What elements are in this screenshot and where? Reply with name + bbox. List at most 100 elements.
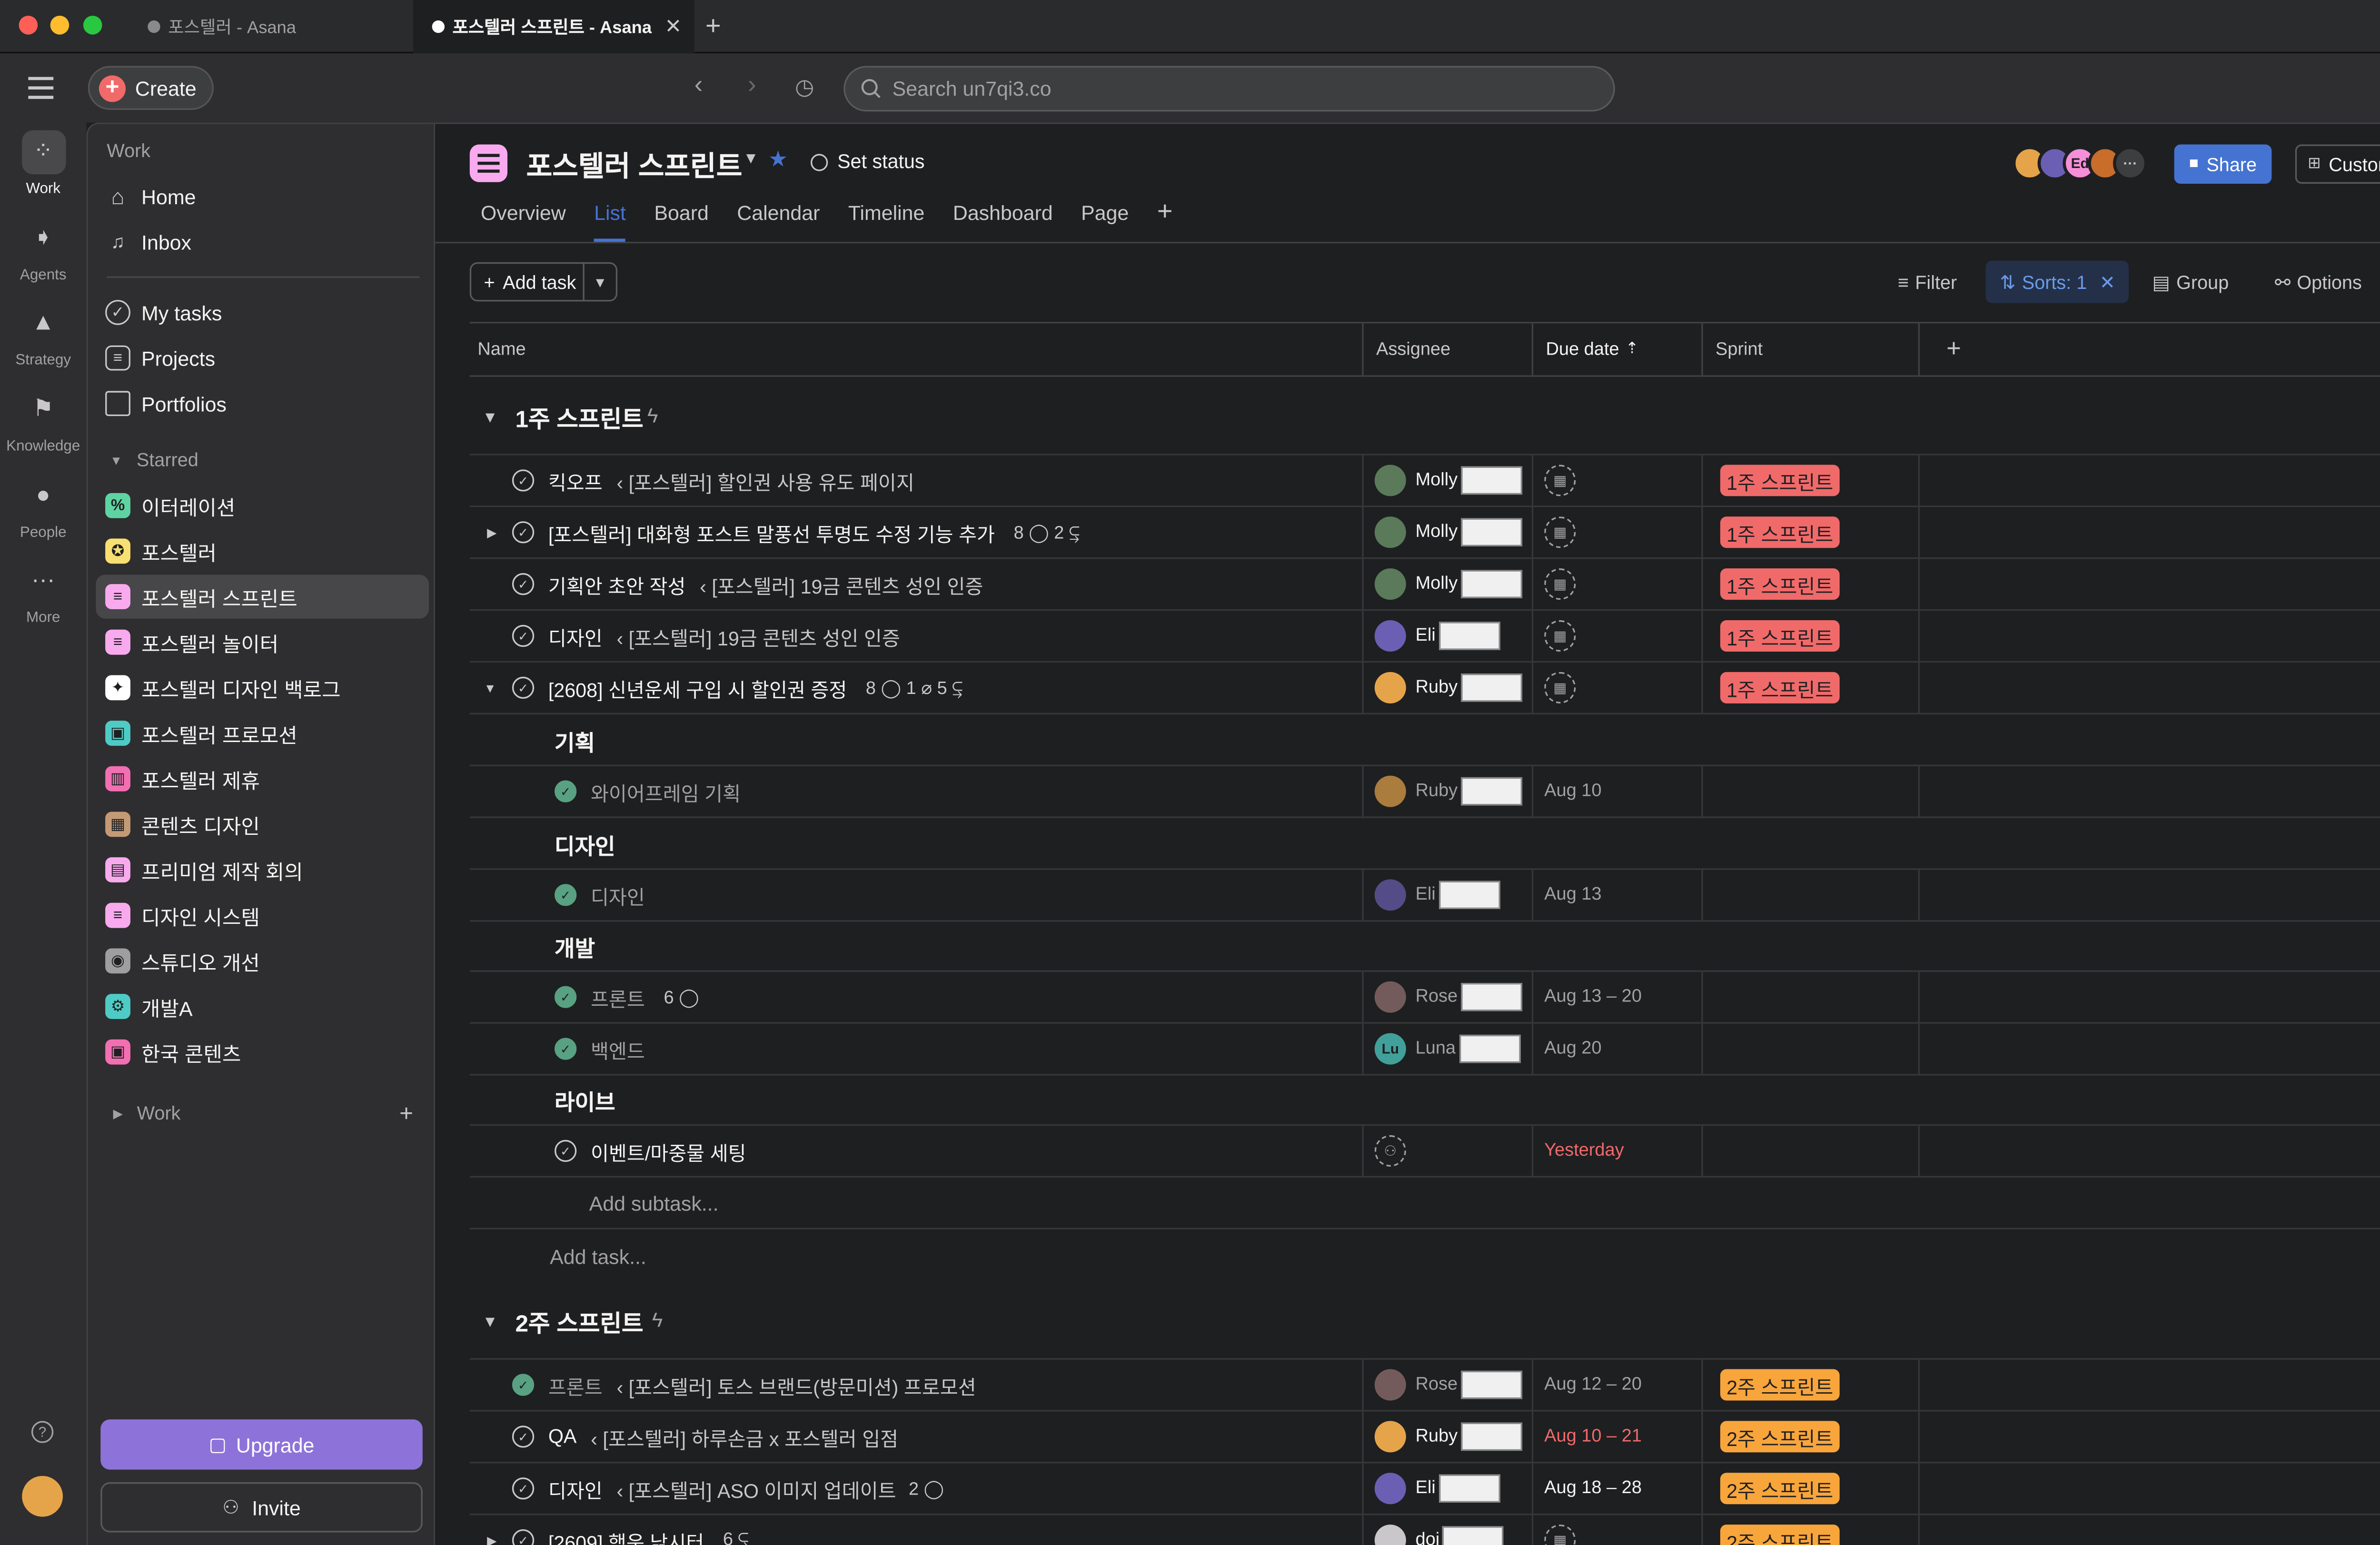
- assignee-cell[interactable]: Eli: [1374, 1463, 1500, 1514]
- sidebar-item-my-tasks[interactable]: ✓ My tasks: [96, 290, 429, 334]
- tab-dashboard[interactable]: Dashboard: [953, 201, 1053, 242]
- task-name[interactable]: 백엔드: [591, 1034, 645, 1064]
- sprint-cell[interactable]: 1주 스프린트: [1720, 507, 1840, 558]
- subtask-section-title[interactable]: 기획: [555, 727, 595, 758]
- browser-tab-1[interactable]: 포스텔러 - Asana: [129, 0, 412, 53]
- column-name[interactable]: Name: [470, 323, 1364, 376]
- work-group-toggle[interactable]: ▶ Work +: [96, 1094, 429, 1132]
- task-name[interactable]: 프론트: [591, 982, 645, 1012]
- parent-task[interactable]: ‹ [포스텔러] 토스 브랜드(방문미션) 프로모션: [616, 1370, 976, 1400]
- column-assignee[interactable]: Assignee: [1364, 323, 1534, 376]
- due-date-cell[interactable]: Yesterday: [1544, 1126, 1624, 1176]
- parent-task[interactable]: ‹ [포스텔러] 19금 콘텐츠 성인 인증: [700, 569, 983, 599]
- due-date-cell[interactable]: Aug 12 – 20: [1544, 1360, 1642, 1410]
- tab-page[interactable]: Page: [1081, 201, 1129, 242]
- history-icon[interactable]: ◷: [795, 74, 814, 100]
- section-title[interactable]: 1주 스프린트: [516, 402, 644, 435]
- sidebar-project-4[interactable]: ✦ 포스텔러 디자인 백로그: [96, 666, 429, 710]
- sprint-cell[interactable]: 2주 스프린트: [1720, 1412, 1840, 1462]
- add-tab-icon[interactable]: +: [1157, 196, 1173, 242]
- complete-checkbox[interactable]: ✓: [512, 1529, 535, 1545]
- rail-item-work[interactable]: ⁘ Work: [0, 130, 87, 198]
- table-row[interactable]: ✓ QA ‹ [포스텔러] 하루손금 x 포스텔러 입점 Ruby Aug 10…: [469, 1411, 2380, 1464]
- sidebar-item-home[interactable]: ⌂ Home: [96, 174, 429, 218]
- sidebar-project-11[interactable]: ⚙ 개발A: [96, 984, 429, 1028]
- subtask-section-header[interactable]: 디자인: [469, 818, 2380, 870]
- add-subtask-row[interactable]: Add subtask...: [469, 1178, 2380, 1229]
- due-date-cell[interactable]: Aug 18 – 28: [1544, 1463, 1642, 1514]
- maximize-window-button[interactable]: [83, 15, 102, 35]
- project-title[interactable]: 포스텔러 스프린트: [526, 144, 743, 185]
- tab-overview[interactable]: Overview: [481, 201, 566, 242]
- browser-tab-2[interactable]: 포스텔러 스프린트 - Asana ✕: [413, 0, 694, 54]
- complete-checkbox[interactable]: ✓: [512, 521, 535, 544]
- task-name[interactable]: 프론트: [548, 1370, 603, 1400]
- filter-button[interactable]: ≡ Filter: [1898, 272, 1957, 294]
- share-button[interactable]: ■ Share: [2174, 144, 2272, 184]
- add-column-button[interactable]: +: [1939, 324, 1961, 376]
- tab-board[interactable]: Board: [654, 201, 709, 242]
- group-button[interactable]: ▤ Group: [2152, 272, 2229, 294]
- table-row[interactable]: ✓ 기획안 초안 작성 ‹ [포스텔러] 19금 콘텐츠 성인 인증 Molly…: [469, 559, 2380, 611]
- due-date-cell[interactable]: ▦: [1544, 559, 1576, 609]
- add-task-button[interactable]: + Add task ▼: [469, 262, 618, 302]
- complete-checkbox[interactable]: ✓: [512, 469, 535, 492]
- lightning-icon[interactable]: ϟ: [647, 404, 658, 427]
- subtask-section-title[interactable]: 개발: [555, 932, 595, 964]
- rail-item-knowledge[interactable]: ⚑ Knowledge: [0, 388, 87, 455]
- assignee-cell[interactable]: Rose: [1374, 1360, 1522, 1410]
- menu-icon[interactable]: [28, 77, 54, 99]
- table-row[interactable]: ✓ 디자인 ‹ [포스텔러] ASO 이미지 업데이트 2 ◯ Eli Aug …: [469, 1463, 2380, 1515]
- assignee-cell[interactable]: Eli: [1374, 870, 1500, 921]
- subtask-row[interactable]: ✓ 디자인 Eli Aug 13: [469, 870, 2380, 922]
- complete-checkbox[interactable]: ✓: [512, 1426, 535, 1448]
- complete-checkbox[interactable]: ✓: [512, 676, 535, 699]
- new-tab-button[interactable]: +: [705, 11, 721, 42]
- section-header[interactable]: ▼ 1주 스프린트 ϟ: [469, 377, 2380, 456]
- complete-checkbox[interactable]: ✓: [512, 1477, 535, 1500]
- set-status-button[interactable]: Set status: [810, 151, 925, 173]
- parent-task[interactable]: ‹ [포스텔러] 19금 콘텐츠 성인 인증: [616, 621, 900, 651]
- assignee-cell[interactable]: Ruby: [1374, 1412, 1522, 1462]
- task-name[interactable]: [포스텔러] 대화형 포스트 말풍선 투명도 수정 기능 추가: [548, 517, 995, 547]
- lightning-icon[interactable]: ϟ: [652, 1308, 663, 1331]
- column-due-date[interactable]: Due date ⇡: [1533, 323, 1703, 376]
- minimize-window-button[interactable]: [50, 15, 69, 35]
- sidebar-project-12[interactable]: ▣ 한국 콘텐츠: [96, 1030, 429, 1074]
- assignee-cell[interactable]: Lu Luna: [1374, 1024, 1520, 1074]
- chevron-down-icon[interactable]: ▼: [484, 682, 496, 696]
- sprint-cell[interactable]: 1주 스프린트: [1720, 663, 1840, 713]
- back-icon[interactable]: ‹: [694, 72, 703, 100]
- due-date-cell[interactable]: ▦: [1544, 663, 1576, 713]
- subtask-row[interactable]: ✓ 와이어프레임 기획 Ruby Aug 10: [469, 766, 2380, 818]
- due-date-cell[interactable]: Aug 10: [1544, 766, 1601, 817]
- complete-checkbox[interactable]: ✓: [512, 624, 535, 647]
- subtask-section-header[interactable]: 라이브: [469, 1074, 2380, 1126]
- assignee-cell[interactable]: Molly: [1374, 507, 1522, 558]
- section-header[interactable]: ▼ 2주 스프린트 ϟ: [469, 1281, 2380, 1360]
- subtask-section-title[interactable]: 디자인: [555, 831, 615, 862]
- due-date-cell[interactable]: ▦: [1544, 507, 1576, 558]
- parent-task[interactable]: ‹ [포스텔러] 할인권 사용 유도 페이지: [616, 465, 914, 495]
- sidebar-project-9[interactable]: ≡ 디자인 시스템: [96, 893, 429, 937]
- add-task-row[interactable]: Add task...: [470, 1229, 2380, 1288]
- sprint-cell[interactable]: 1주 스프린트: [1720, 559, 1840, 609]
- close-tab-icon[interactable]: ✕: [664, 14, 682, 40]
- subtask-row[interactable]: ✓ 이벤트/마중물 세팅 ⚇ Yesterday: [469, 1126, 2380, 1178]
- rail-item-agents[interactable]: ➧ Agents: [0, 217, 87, 284]
- sprint-cell[interactable]: 2주 스프린트: [1720, 1463, 1840, 1514]
- starred-group-toggle[interactable]: ▼ Starred: [96, 441, 429, 479]
- task-name[interactable]: QA: [548, 1426, 577, 1447]
- sidebar-project-6[interactable]: ▥ 포스텔러 제휴: [96, 757, 429, 801]
- assignee-cell[interactable]: Molly: [1374, 456, 1522, 506]
- sprint-cell[interactable]: 2주 스프린트: [1720, 1515, 1840, 1545]
- complete-checkbox[interactable]: ✓: [555, 1139, 577, 1162]
- assignee-cell[interactable]: Ruby: [1374, 766, 1522, 817]
- parent-task[interactable]: ‹ [포스텔러] ASO 이미지 업데이트: [616, 1474, 896, 1504]
- add-subtask-link[interactable]: Add subtask...: [589, 1192, 719, 1215]
- task-name[interactable]: 킥오프: [548, 465, 603, 495]
- task-name[interactable]: 와이어프레임 기획: [591, 776, 741, 806]
- add-task-link[interactable]: Add task...: [550, 1245, 646, 1268]
- subtask-section-header[interactable]: 개발: [469, 920, 2380, 972]
- task-name[interactable]: 디자인: [548, 1474, 603, 1504]
